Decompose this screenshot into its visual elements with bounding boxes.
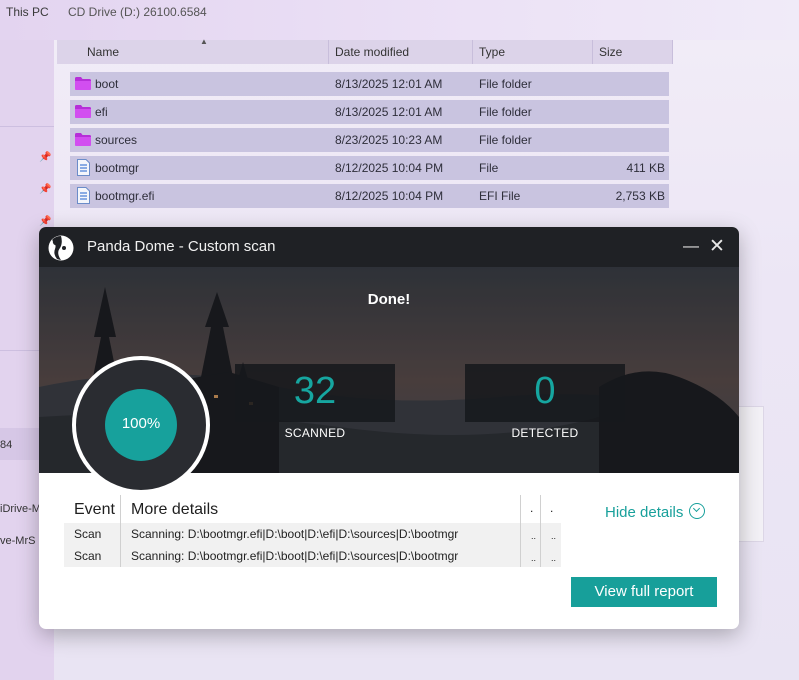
panda-dome-scan-dialog: Panda Dome - Custom scan — ✕ Done! 32 SC… [39,227,739,629]
background-window-edge [738,406,764,542]
detected-label: DETECTED [511,426,579,440]
hide-details-label: Hide details [605,504,684,521]
table-row[interactable]: Scan Scanning: D:\bootmgr.efi|D:\boot|D:… [64,523,561,545]
explorer-title-bar: This PC CD Drive (D:) 26100.6584 [0,0,799,40]
file-type: EFI File [479,189,521,203]
pin-icon[interactable]: 📌 [39,184,51,195]
dialog-title-bar[interactable]: Panda Dome - Custom scan — ✕ [39,227,739,267]
nav-item-label[interactable]: 84 [0,439,12,451]
file-type: File folder [479,77,532,91]
file-type: File folder [479,133,532,147]
nav-item-label[interactable]: iDrive-M [0,503,41,515]
breadcrumb-cd-drive[interactable]: CD Drive (D:) 26100.6584 [68,5,207,19]
scanned-count: 32 [293,370,337,412]
column-divider [120,495,121,567]
extra-cell: .. [551,531,557,541]
file-name: bootmgr [95,161,140,175]
column-header-type[interactable]: Type [473,40,593,64]
file-size: 411 KB [626,161,665,175]
file-row[interactable]: bootmgr.efi 8/12/2025 10:04 PM EFI File … [70,184,669,208]
extra-cell: .. [531,553,537,563]
file-name: sources [95,133,138,147]
progress-percent: 100% [121,415,161,432]
column-divider [540,495,541,567]
table-row[interactable]: Scan Scanning: D:\bootmgr.efi|D:\boot|D:… [64,545,561,567]
file-row[interactable]: sources 8/23/2025 10:23 AM File folder [70,128,669,152]
folder-icon [75,105,91,118]
scanned-label: SCANNED [284,426,346,440]
column-header-name[interactable]: Name [57,40,329,64]
file-row[interactable]: boot 8/13/2025 12:01 AM File folder [70,72,669,96]
details-cell: Scanning: D:\bootmgr.efi|D:\boot|D:\efi|… [131,549,459,563]
hide-details-link[interactable]: Hide details [605,503,706,521]
file-name: efi [95,105,108,119]
nav-item-label[interactable]: ve-MrS [0,535,35,547]
file-type: File [479,161,499,175]
event-cell: Scan [74,549,102,563]
file-icon [77,159,90,176]
file-date: 8/12/2025 10:04 PM [335,189,444,203]
file-date: 8/13/2025 12:01 AM [335,105,443,119]
close-icon[interactable]: ✕ [705,235,729,259]
file-date: 8/13/2025 12:01 AM [335,77,443,91]
file-size: 2,753 KB [615,189,665,203]
view-full-report-button[interactable]: View full report [571,577,717,607]
pin-icon[interactable]: 📌 [39,152,51,163]
scan-status: Done! [367,291,411,308]
file-icon [77,187,90,204]
folder-icon [75,77,91,90]
file-date: 8/12/2025 10:04 PM [335,161,444,175]
chevron-down-icon [689,503,706,519]
extra-cell: .. [531,531,537,541]
file-row[interactable]: efi 8/13/2025 12:01 AM File folder [70,100,669,124]
column-header-size[interactable]: Size [593,40,673,64]
details-cell: Scanning: D:\bootmgr.efi|D:\boot|D:\efi|… [131,527,459,541]
column-divider [520,495,521,567]
file-type: File folder [479,105,532,119]
folder-icon [75,133,91,146]
file-name: bootmgr.efi [95,189,155,203]
sort-caret-icon: ▲ [200,37,208,46]
file-row[interactable]: bootmgr 8/12/2025 10:04 PM File 411 KB [70,156,669,180]
breadcrumb-this-pc[interactable]: This PC [6,5,49,19]
column-header-date[interactable]: Date modified [329,40,473,64]
file-date: 8/23/2025 10:23 AM [335,133,443,147]
dialog-title: Panda Dome - Custom scan [87,238,276,255]
minimize-icon[interactable]: — [679,235,703,259]
extra-cell: .. [551,553,557,563]
panda-logo-icon [48,235,74,261]
event-cell: Scan [74,527,102,541]
nav-divider [0,126,54,127]
file-name: boot [95,77,119,91]
pin-icon[interactable]: 📌 [39,216,51,227]
detected-count: 0 [534,370,556,412]
